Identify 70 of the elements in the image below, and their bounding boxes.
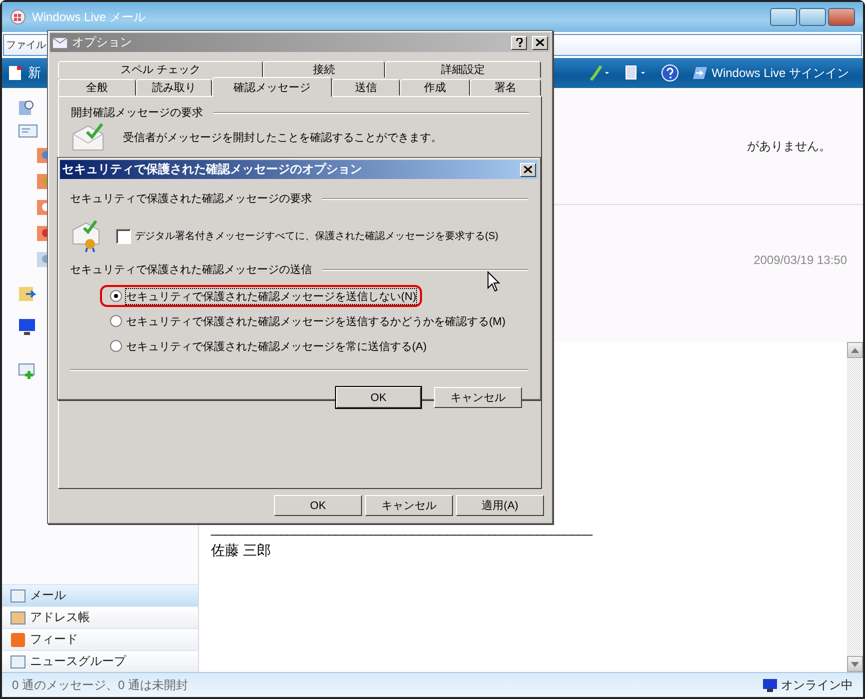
inbox-icon[interactable] <box>18 124 38 138</box>
nav-item[interactable]: フィード <box>2 628 198 650</box>
tab[interactable]: 送信 <box>332 79 400 96</box>
tab[interactable]: 作成 <box>400 79 470 96</box>
dialog-button[interactable]: キャンセル <box>365 495 453 516</box>
dialog-title: セキュリティで保護された確認メッセージのオプション <box>62 161 362 178</box>
minimize-button[interactable] <box>770 8 797 26</box>
dialog-button[interactable]: キャンセル <box>434 387 522 408</box>
envelope-check-icon <box>71 122 105 152</box>
close-icon <box>524 166 532 173</box>
question-icon <box>516 38 522 47</box>
nav-icon <box>10 632 26 646</box>
brush-icon[interactable] <box>588 65 611 81</box>
new-document-icon <box>8 65 22 81</box>
certified-envelope-icon <box>72 220 102 252</box>
search-icon[interactable] <box>18 98 36 116</box>
app-logo-icon <box>10 9 26 25</box>
nav-icon <box>10 610 26 624</box>
radio-button[interactable] <box>110 315 122 327</box>
status-text: 0 通のメッセージ、0 通は未開封 <box>12 676 188 694</box>
dialog-title: オプション <box>72 34 132 51</box>
tab[interactable]: 接続 <box>263 61 385 78</box>
signin-arrow-icon <box>692 66 709 80</box>
tab[interactable]: 読み取り <box>136 79 212 96</box>
scroll-down-icon[interactable] <box>851 662 859 666</box>
tab[interactable]: 全般 <box>58 79 136 96</box>
new-button[interactable]: 新 <box>28 64 41 82</box>
nav-item[interactable]: ニュースグループ <box>2 650 198 672</box>
layout-icon[interactable] <box>624 65 647 81</box>
radio-button[interactable] <box>110 290 122 302</box>
add-account-icon[interactable] <box>18 362 36 380</box>
signin-link[interactable]: Windows Live サインイン <box>692 64 849 82</box>
signature-text: 佐藤 三郎 <box>211 542 272 560</box>
tab[interactable]: 確認メッセージ <box>212 77 332 97</box>
message-date: 2009/03/19 13:50 <box>754 253 847 267</box>
section-heading: 開封確認メッセージの要求 <box>71 106 203 120</box>
monitor-icon[interactable] <box>18 318 36 336</box>
empty-notice: がありません。 <box>747 138 831 154</box>
section-heading: セキュリティで保護された確認メッセージの送信 <box>70 263 312 277</box>
window-title: Windows Live メール <box>32 8 146 26</box>
description-text: 受信者がメッセージを開封したことを確認することができます。 <box>123 130 442 144</box>
nav-icon <box>10 588 26 602</box>
monitor-icon <box>763 678 777 692</box>
maximize-button[interactable] <box>799 8 826 26</box>
dialog-button[interactable]: OK <box>274 495 362 516</box>
nav-icon <box>10 654 26 668</box>
radio-label[interactable]: セキュリティで保護された確認メッセージを常に送信する(A) <box>126 338 427 354</box>
dialog-button[interactable]: OK <box>336 387 421 408</box>
tab[interactable]: 詳細設定 <box>385 61 541 78</box>
section-heading: セキュリティで保護された確認メッセージの要求 <box>70 192 312 206</box>
envelope-icon <box>52 36 68 48</box>
connection-status: オンライン中 <box>763 676 853 694</box>
radio-button[interactable] <box>110 340 122 352</box>
checkbox[interactable]: デジタル署名付きメッセージすべてに、保護された確認メッセージを要求する(S) <box>116 228 498 244</box>
separator-line: _______________________________________________________ <box>211 524 594 534</box>
radio-label[interactable]: セキュリティで保護された確認メッセージを送信するかどうかを確認する(M) <box>126 314 506 328</box>
tab[interactable]: 署名 <box>470 79 541 96</box>
nav-item[interactable]: メール <box>2 584 198 606</box>
scroll-up-icon[interactable] <box>851 348 859 352</box>
scrollbar[interactable] <box>847 342 863 672</box>
mouse-pointer-icon <box>487 271 500 292</box>
folder-send-icon[interactable] <box>18 284 36 302</box>
help-button[interactable] <box>511 36 527 50</box>
dialog-button[interactable]: 適用(A) <box>456 495 544 516</box>
close-icon <box>536 39 544 46</box>
radio-label[interactable]: セキュリティで保護された確認メッセージを送信しない(N) <box>126 288 416 304</box>
tab[interactable]: スペル チェック <box>58 61 263 78</box>
nav-item[interactable]: アドレス帳 <box>2 606 198 628</box>
menu-item[interactable]: ファイル <box>6 38 46 52</box>
help-icon[interactable] <box>660 64 679 82</box>
